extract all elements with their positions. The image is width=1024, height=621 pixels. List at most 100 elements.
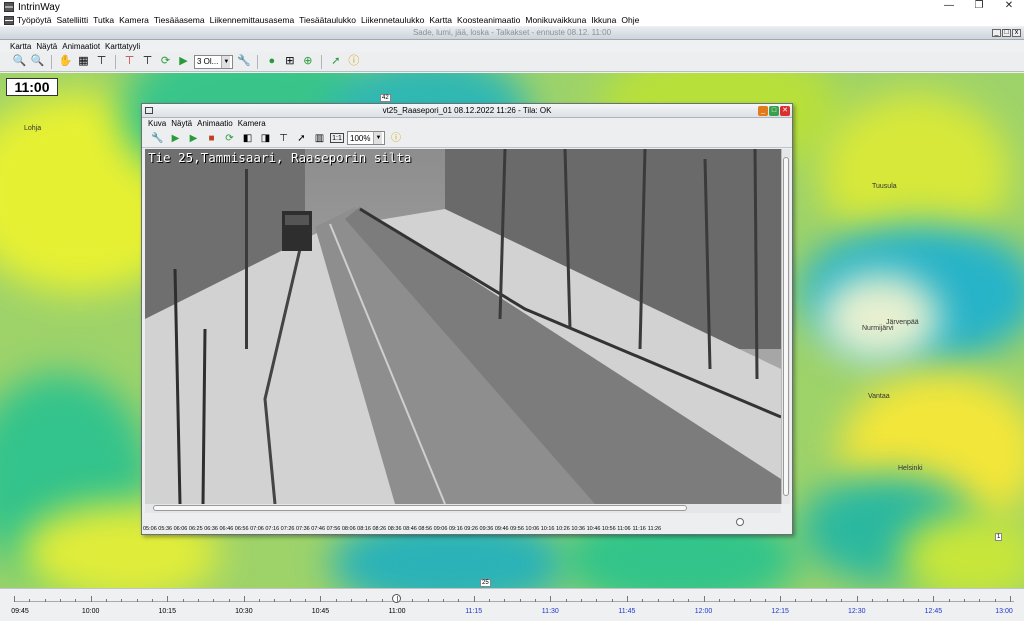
app-title: IntrinWay: [18, 1, 60, 13]
timeline-minor-tick: [121, 599, 123, 602]
play-icon[interactable]: ▶: [168, 131, 183, 146]
map-toolbar: 🔍 🔍 ✋ ▦ ⊤ ⊤ ⊤ ⟳ ▶ 3 Ol... ▼ 🔧 ● ⊞ ⊕ ➚ ⓘ: [0, 52, 1024, 72]
timeline-minor-tick: [534, 599, 536, 602]
zoom-in-icon[interactable]: 🔍: [12, 54, 27, 69]
timeline-tick: [626, 596, 628, 602]
search-map-icon[interactable]: ⊕: [300, 54, 315, 69]
map-place-nurmijarvi: Nurmijärvi: [862, 325, 894, 332]
fit-icon[interactable]: 1:1: [330, 133, 344, 143]
map-menu-kartta[interactable]: Kartta: [10, 42, 31, 51]
layers-icon[interactable]: ▦: [76, 54, 91, 69]
map-minimize-icon[interactable]: _: [992, 29, 1001, 37]
timeline-tick: [243, 596, 245, 602]
timeline-tick: [703, 596, 705, 602]
chevron-down-icon: ▼: [373, 132, 383, 144]
direction-icon[interactable]: ➚: [328, 54, 343, 69]
menu-tutka[interactable]: Tutka: [93, 15, 114, 25]
menu-ohje[interactable]: Ohje: [621, 15, 639, 25]
camera-menu-nayta[interactable]: Näytä: [171, 119, 192, 128]
camera-timeline-label: 07:26: [280, 526, 295, 532]
timeline-minor-tick: [197, 599, 199, 602]
map-maximize-icon[interactable]: □: [1002, 29, 1011, 37]
camera-close-icon[interactable]: ✕: [780, 106, 790, 116]
app-titlebar: IntrinWay — ❐ ✕: [0, 0, 1024, 14]
road-sign-icon[interactable]: ⊤: [94, 54, 109, 69]
wrench-icon[interactable]: 🔧: [150, 131, 165, 146]
timeline-minor-tick: [305, 599, 307, 602]
station-table-icon[interactable]: ⊤: [140, 54, 155, 69]
menu-koosteanimaatio[interactable]: Koosteanimaatio: [457, 15, 520, 25]
menu-tiesaaasema[interactable]: Tiesääasema: [154, 15, 205, 25]
timeline-minor-tick: [718, 599, 720, 602]
zoom-select[interactable]: 100% ▼: [347, 131, 386, 145]
camera-timeline-label: 08:16: [357, 526, 371, 532]
map-menu-nayta[interactable]: Näytä: [36, 42, 57, 51]
camera-window: vt25_Raasepori_01 08.12.2022 11:26 - Til…: [141, 103, 793, 535]
layer-select[interactable]: 3 Ol... ▼: [194, 54, 234, 69]
minimize-icon[interactable]: —: [934, 0, 964, 14]
camera-menu-animaatio[interactable]: Animaatio: [197, 119, 233, 128]
timeline-minor-tick: [458, 599, 460, 602]
timeline-minor-tick: [412, 599, 414, 602]
station-icon[interactable]: ⊤: [122, 54, 137, 69]
menu-kartta[interactable]: Kartta: [429, 15, 452, 25]
timeline-minor-tick: [596, 599, 598, 602]
station-icon[interactable]: ⊤: [276, 131, 291, 146]
timeline-tick: [780, 596, 782, 602]
forecast-timeline[interactable]: 09:45 10:00 10:15 10:30 10:45 11:00 11:15 11:30…: [0, 588, 1024, 621]
maximize-icon[interactable]: ❐: [964, 0, 994, 14]
menu-tiesaataulukko[interactable]: Tiesäätaulukko: [299, 15, 356, 25]
menu-monikuvaikkuna[interactable]: Monikuvaikkuna: [525, 15, 586, 25]
camera-timeline-handle[interactable]: [736, 518, 744, 526]
map-menu-karttatyyli[interactable]: Karttatyyli: [105, 42, 140, 51]
timeline-minor-tick: [642, 599, 644, 602]
refresh-icon[interactable]: ⟳: [222, 131, 237, 146]
play-icon[interactable]: ▶: [176, 54, 191, 69]
menu-ikkuna[interactable]: Ikkuna: [591, 15, 616, 25]
timeline-tick: [933, 596, 935, 602]
camera-timeline-label: 10:06: [525, 526, 540, 532]
direction-icon[interactable]: ➚: [294, 131, 309, 146]
camera-menu-kuva[interactable]: Kuva: [148, 119, 166, 128]
camera-menu-kamera[interactable]: Kamera: [238, 119, 266, 128]
camera-vertical-scrollbar[interactable]: [781, 149, 790, 504]
camera-horizontal-scrollbar[interactable]: [145, 504, 781, 513]
menu-kamera[interactable]: Kamera: [119, 15, 149, 25]
timeline-minor-tick: [366, 599, 368, 602]
timeline-minor-tick: [672, 599, 674, 602]
menu-liikennetaulukko[interactable]: Liikennetaulukko: [361, 15, 424, 25]
traffic-light-icon[interactable]: ●: [264, 54, 279, 69]
camera-timeline[interactable]: 05:06 05:36 06:06 06:25 06:36 06:46 06:56 07:06…: [142, 514, 792, 534]
camera-timeline-label: 05:36: [158, 526, 173, 532]
menu-tyopoyta[interactable]: Työpöytä: [17, 15, 52, 25]
info-icon[interactable]: ⓘ: [346, 54, 361, 69]
camera-maximize-icon[interactable]: □: [769, 106, 779, 116]
refresh-icon[interactable]: ⟳: [158, 54, 173, 69]
zoom-out-icon[interactable]: 🔍: [30, 54, 45, 69]
camera-timeline-label: 11:26: [647, 526, 662, 532]
timeline-minor-tick: [580, 599, 582, 602]
camera-select-icon[interactable]: ⊞: [282, 54, 297, 69]
camera-menubar: Kuva Näytä Animaatio Kamera: [142, 118, 792, 129]
timeline-minor-tick: [918, 599, 920, 602]
pan-icon[interactable]: ✋: [58, 54, 73, 69]
close-icon[interactable]: ✕: [994, 0, 1024, 14]
zoom-select-value: 100%: [350, 133, 371, 143]
prev-camera-icon[interactable]: ◧: [240, 131, 255, 146]
next-camera-icon[interactable]: ◨: [258, 131, 273, 146]
map-menu-animaatiot[interactable]: Animaatiot: [62, 42, 100, 51]
menu-liikennemittausasema[interactable]: Liikennemittausasema: [210, 15, 295, 25]
timeline-minor-tick: [182, 599, 184, 602]
wrench-icon[interactable]: 🔧: [236, 54, 251, 69]
menu-satelliitti[interactable]: Satelliitti: [57, 15, 89, 25]
timeline-minor-tick: [841, 599, 843, 602]
map-close-icon[interactable]: x: [1012, 29, 1021, 37]
timeline-minor-tick: [749, 599, 751, 602]
map-place-lohja: Lohja: [24, 125, 42, 132]
play-fast-icon[interactable]: ▶: [186, 131, 201, 146]
info-icon[interactable]: ⓘ: [388, 131, 403, 146]
record-icon[interactable]: ■: [204, 131, 219, 146]
station-table-icon[interactable]: ▥: [312, 131, 327, 146]
camera-toolbar: 🔧 ▶ ▶ ■ ⟳ ◧ ◨ ⊤ ➚ ▥ 1:1 100% ▼ ⓘ: [142, 129, 792, 148]
camera-minimize-icon[interactable]: _: [758, 106, 768, 116]
